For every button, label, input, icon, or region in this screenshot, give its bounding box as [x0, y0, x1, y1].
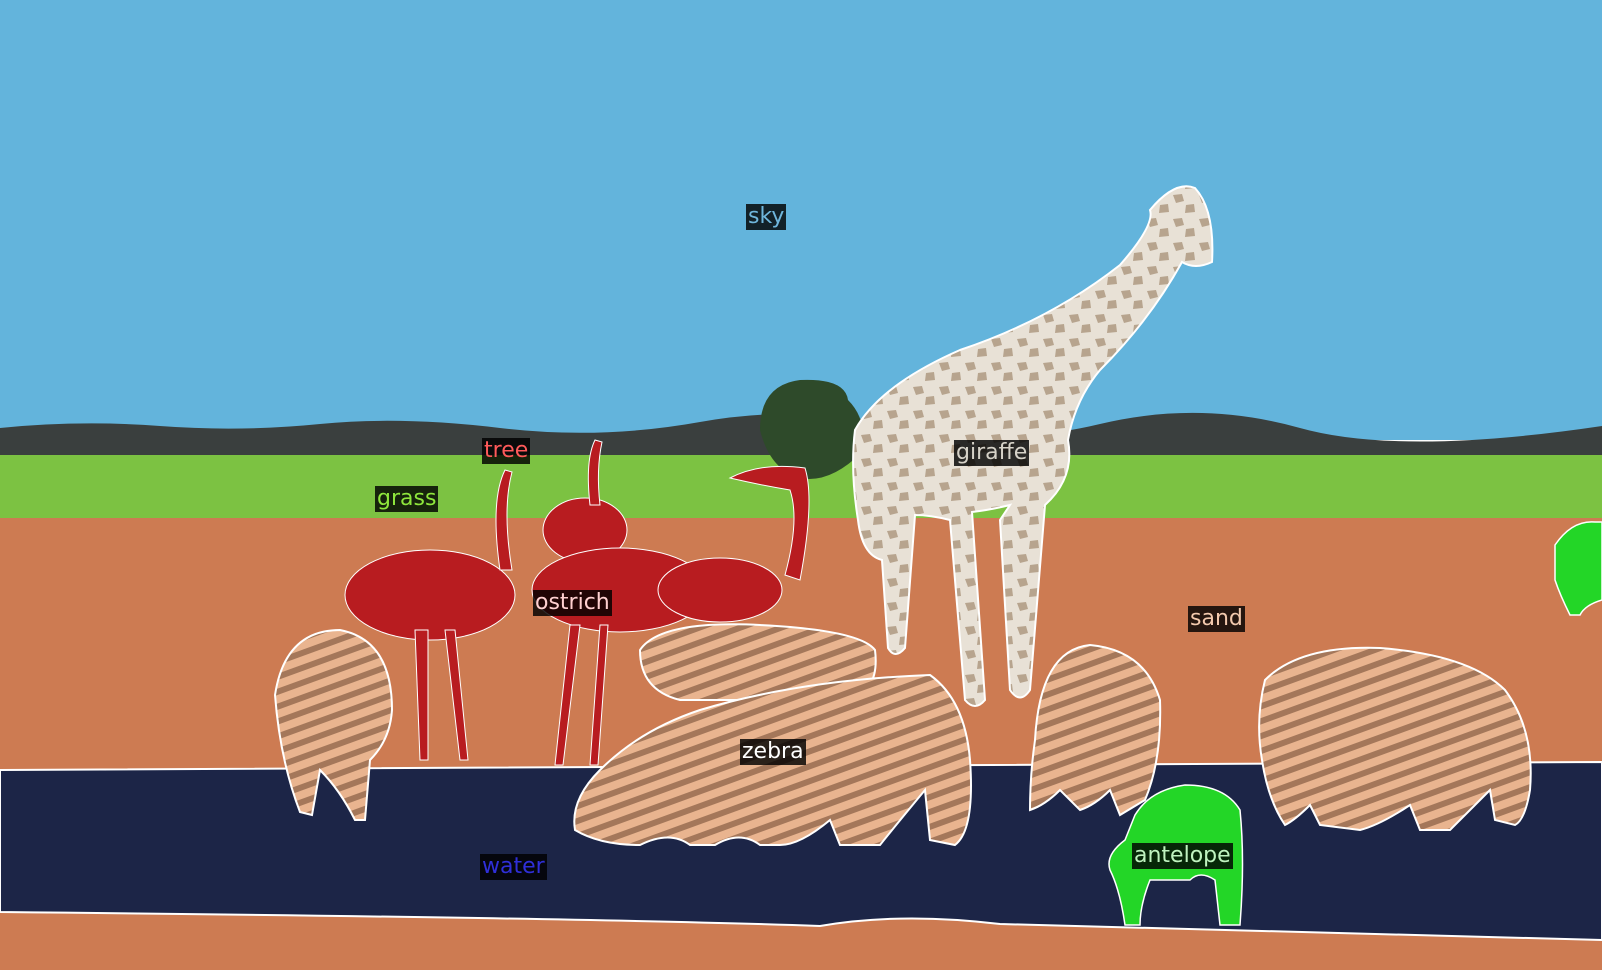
label-antelope: antelope — [1132, 843, 1233, 869]
label-giraffe: giraffe — [954, 440, 1030, 466]
label-grass: grass — [375, 486, 439, 512]
label-sky: sky — [746, 204, 787, 230]
label-water: water — [480, 854, 547, 880]
scene-drawing — [0, 0, 1602, 970]
sky-region — [0, 0, 1602, 440]
segmentation-scene: sky giraffe tree grass ostrich sand zebr… — [0, 0, 1602, 970]
label-zebra: zebra — [740, 739, 806, 765]
label-sand: sand — [1188, 606, 1245, 632]
label-ostrich: ostrich — [533, 590, 612, 616]
label-tree: tree — [482, 438, 531, 464]
